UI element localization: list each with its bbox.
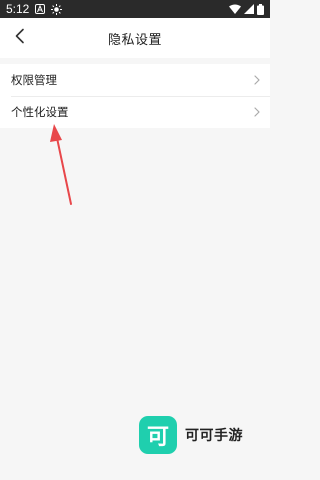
watermark: 可 可可手游 bbox=[139, 416, 243, 454]
back-button[interactable] bbox=[6, 24, 34, 52]
brightness-icon bbox=[51, 3, 63, 15]
a-icon bbox=[35, 4, 46, 14]
chevron-right-icon bbox=[254, 107, 260, 117]
status-time: 5:12 bbox=[6, 2, 30, 16]
status-right bbox=[229, 3, 264, 15]
watermark-text: 可可手游 bbox=[185, 428, 243, 444]
title-bar: 隐私设置 bbox=[0, 18, 270, 58]
status-bar: 5:12 bbox=[0, 0, 270, 18]
status-left: 5:12 bbox=[6, 2, 63, 16]
settings-item-permissions[interactable]: 权限管理 bbox=[0, 64, 270, 96]
signal-icon bbox=[244, 4, 254, 14]
chevron-right-icon bbox=[254, 75, 260, 85]
wifi-icon bbox=[229, 4, 241, 14]
battery-icon bbox=[257, 3, 264, 15]
settings-item-label: 权限管理 bbox=[11, 73, 57, 87]
settings-item-personalization[interactable]: 个性化设置 bbox=[0, 96, 270, 128]
watermark-logo: 可 bbox=[139, 416, 177, 454]
annotation-arrow-shaft bbox=[56, 137, 72, 205]
page-title: 隐私设置 bbox=[107, 32, 162, 48]
settings-item-label: 个性化设置 bbox=[11, 105, 69, 119]
settings-list: 权限管理 个性化设置 bbox=[0, 64, 270, 128]
chevron-left-icon bbox=[14, 28, 26, 48]
